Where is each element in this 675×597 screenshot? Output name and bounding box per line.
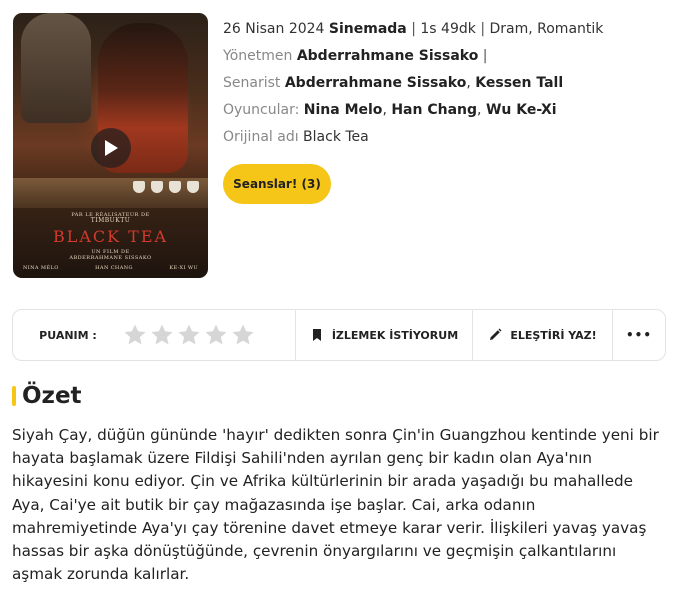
star-icon[interactable] [177,323,201,347]
poster-kicker-film: TIMBUKTU [90,217,131,224]
more-options-button[interactable]: ••• [613,310,665,360]
duration: 1s 49dk [420,21,476,37]
poster-tea-cups [133,181,203,195]
pencil-icon [490,328,502,340]
release-date: 26 Nisan 2024 [223,21,325,37]
movie-poster[interactable]: PAR LE RÉALISATEUR DE TIMBUKTU BLACK TEA… [13,13,208,278]
poster-director-credit: UN FILM DE ABDERRAHMANE SISSAKO [13,249,208,261]
cast-link[interactable]: Nina Melo [304,102,383,118]
writer-row: Senarist Abderrahmane Sissako, Kessen Ta… [223,75,564,91]
bookmark-icon [312,329,321,341]
poster-title: BLACK TEA [52,227,169,246]
summary-text: Siyah Çay, düğün gününde 'hayır' dedikte… [12,426,659,584]
release-row: 26 Nisan 2024 Sinemada | 1s 49dk | Dram,… [223,21,604,37]
director-row: Yönetmen Abderrahmane Sissako | [223,48,488,64]
showtimes-button[interactable]: Seanslar! (3) [223,164,331,204]
movie-info: 26 Nisan 2024 Sinemada | 1s 49dk | Dram,… [223,19,603,154]
play-icon [105,140,118,156]
release-venue[interactable]: Sinemada [329,21,407,37]
star-icon[interactable] [123,323,147,347]
heading-accent-bar [12,386,16,406]
writer-link[interactable]: Kessen Tall [475,75,563,91]
director-label: Yönetmen [223,48,293,64]
rating-stars [123,323,255,347]
genres: Dram, Romantik [489,21,604,37]
director-link[interactable]: Abderrahmane Sissako [297,48,479,64]
rating-label: PUANIM : [39,328,97,342]
action-bar: PUANIM : İZLEMEK İSTİYORUM ELEŞTİRİ YAZ!… [12,309,666,361]
cast-label: Oyuncular: [223,102,300,118]
original-title: Black Tea [303,129,369,145]
poster-director-name: ABDERRAHMANE SISSAKO [69,255,152,261]
writer-link[interactable]: Abderrahmane Sissako [285,75,467,91]
cast-link[interactable]: Han Chang [391,102,477,118]
star-icon[interactable] [231,323,255,347]
more-icon: ••• [625,328,652,342]
poster-figure-man [21,13,91,123]
watchlist-label: İZLEMEK İSTİYORUM [331,328,459,342]
original-title-label: Orijinal adı [223,129,299,145]
original-title-row: Orijinal adı Black Tea [223,127,603,154]
summary-heading: Özet [12,381,82,411]
cast-row: Oyuncular: Nina Melo, Han Chang, Wu Ke-X… [223,102,557,118]
trailer-play-button[interactable] [91,128,131,168]
poster-cast-name: HAN CHANG [95,265,133,271]
poster-cast-name: KE-XI WU [169,265,198,271]
write-review-button[interactable]: ELEŞTİRİ YAZ! [473,310,613,360]
write-review-label: ELEŞTİRİ YAZ! [510,328,597,342]
cast-link[interactable]: Wu Ke-Xi [486,102,557,118]
writer-label: Senarist [223,75,281,91]
star-icon[interactable] [150,323,174,347]
summary-title: Özet [22,383,82,409]
watchlist-button[interactable]: İZLEMEK İSTİYORUM [296,310,473,360]
poster-cast-name: NINA MÉLO [23,265,59,271]
star-icon[interactable] [204,323,228,347]
rating-section: PUANIM : [13,310,296,360]
poster-cast: NINA MÉLO HAN CHANG KE-XI WU [23,265,198,271]
